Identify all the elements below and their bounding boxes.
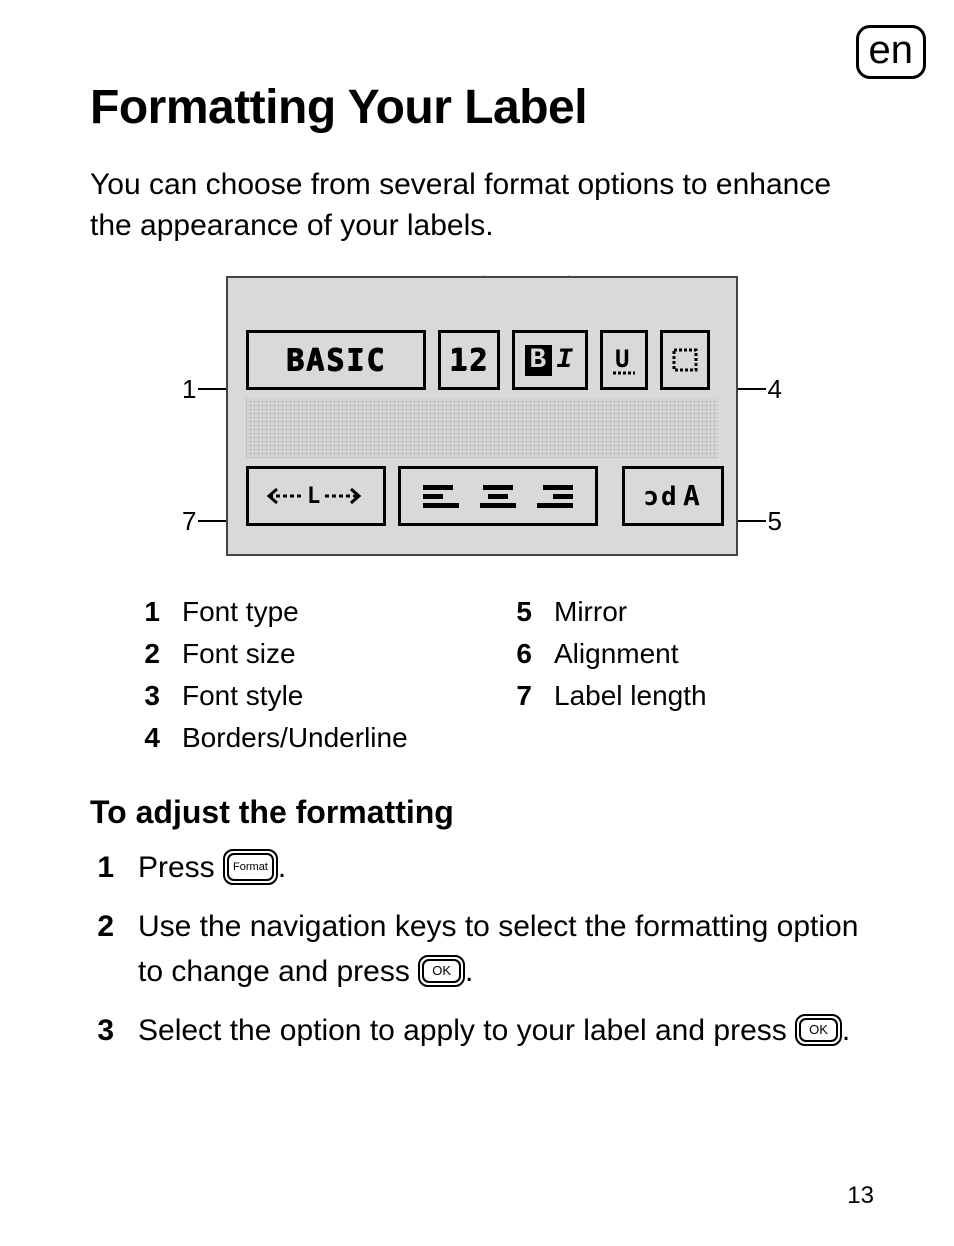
intro-paragraph: You can choose from several format optio… [90, 165, 874, 246]
page-title: Formatting Your Label [90, 80, 874, 135]
svg-text:d: d [661, 482, 679, 512]
lcd-alignment [398, 466, 598, 526]
svg-text:A: A [683, 479, 702, 512]
legend-item-5: 5 Mirror [512, 596, 824, 628]
lcd-underline: U [600, 330, 648, 390]
lcd-diagram: 2 3 1 7 4 5 6 BASIC 12 B I U [182, 276, 782, 556]
lcd-font-size: 12 [438, 330, 500, 390]
page-number: 13 [847, 1182, 874, 1210]
legend-item-4: 4 Borders/Underline [140, 722, 452, 754]
legend-item-7: 7 Label length [512, 680, 824, 712]
procedure-heading: To adjust the formatting [90, 794, 874, 831]
lcd-font-type: BASIC [246, 330, 426, 390]
lcd-label-length: L [246, 466, 386, 526]
svg-text:L: L [307, 484, 322, 509]
svg-text:c: c [641, 482, 659, 512]
ok-key-icon: OK [418, 955, 465, 987]
lcd-font-style: B I [512, 330, 588, 390]
procedure-steps: 1 Press Format. 2 Use the navigation key… [90, 845, 874, 1053]
svg-text:U: U [615, 345, 631, 373]
step-1: 1 Press Format. [90, 845, 874, 890]
ok-key-icon: OK [795, 1014, 842, 1046]
lcd-mirror: c d A [622, 466, 724, 526]
callout-7: 7 [182, 506, 196, 537]
legend-item-2: 2 Font size [140, 638, 452, 670]
legend-item-6: 6 Alignment [512, 638, 824, 670]
callout-4: 4 [768, 374, 782, 405]
callout-1: 1 [182, 374, 196, 405]
legend-item-1: 1 Font type [140, 596, 452, 628]
callout-5: 5 [768, 506, 782, 537]
diagram-legend: 1 Font type 2 Font size 3 Font style 4 B… [140, 596, 824, 764]
language-badge: en [856, 25, 927, 79]
lcd-border [660, 330, 710, 390]
lcd-screen: BASIC 12 B I U L [226, 276, 738, 556]
step-2: 2 Use the navigation keys to select the … [90, 904, 874, 994]
step-3: 3 Select the option to apply to your lab… [90, 1008, 874, 1053]
format-key-icon: Format [223, 849, 278, 885]
legend-item-3: 3 Font style [140, 680, 452, 712]
